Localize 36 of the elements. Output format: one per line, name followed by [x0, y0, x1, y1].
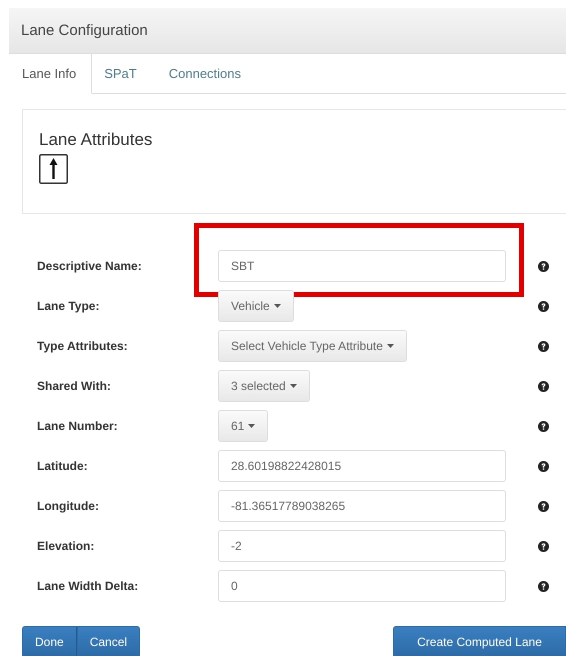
help-icon[interactable]	[538, 460, 549, 472]
field-label: Type Attributes:	[36, 339, 129, 353]
dropdown-button[interactable]: 3 selected	[218, 370, 310, 402]
field-label: Longitude:	[36, 499, 100, 513]
help-icon[interactable]	[538, 260, 549, 272]
help-icon[interactable]	[538, 420, 549, 432]
input-field[interactable]: 28.60198822428015	[218, 450, 506, 482]
dropdown-button[interactable]: 61	[218, 410, 268, 442]
help-icon[interactable]	[538, 380, 549, 392]
field-label: Lane Type:	[36, 299, 100, 313]
caret-icon	[248, 424, 256, 428]
field-label: Lane Width Delta:	[36, 579, 140, 593]
input-field[interactable]: -2	[218, 530, 506, 562]
action-button[interactable]: Cancel	[76, 626, 140, 656]
field-label: Lane Number:	[36, 419, 119, 433]
help-icon[interactable]	[538, 500, 549, 512]
help-icon[interactable]	[538, 580, 549, 592]
field-label: Shared With:	[36, 379, 112, 393]
panel-title: Lane Attributes	[39, 130, 152, 150]
input-field[interactable]: 0	[218, 570, 506, 602]
input-field[interactable]: SBT	[218, 250, 506, 282]
field-label: Elevation:	[36, 539, 96, 553]
dropdown-button[interactable]: Select Vehicle Type Attribute	[218, 330, 407, 362]
help-icon[interactable]	[538, 300, 549, 312]
help-icon[interactable]	[538, 340, 549, 352]
window-title: Lane Configuration	[21, 22, 148, 39]
action-button[interactable]: Done	[22, 626, 77, 656]
caret-icon	[290, 384, 297, 388]
caret-icon	[386, 344, 394, 348]
input-field[interactable]: -81.36517789038265	[218, 490, 506, 522]
create-lane-button[interactable]: Create Computed Lane	[393, 626, 566, 656]
dropdown-button[interactable]: Vehicle	[218, 290, 294, 322]
help-icon[interactable]	[538, 540, 549, 552]
caret-icon	[274, 304, 281, 308]
field-label: Descriptive Name:	[36, 259, 143, 273]
field-label: Latitude:	[36, 459, 89, 473]
